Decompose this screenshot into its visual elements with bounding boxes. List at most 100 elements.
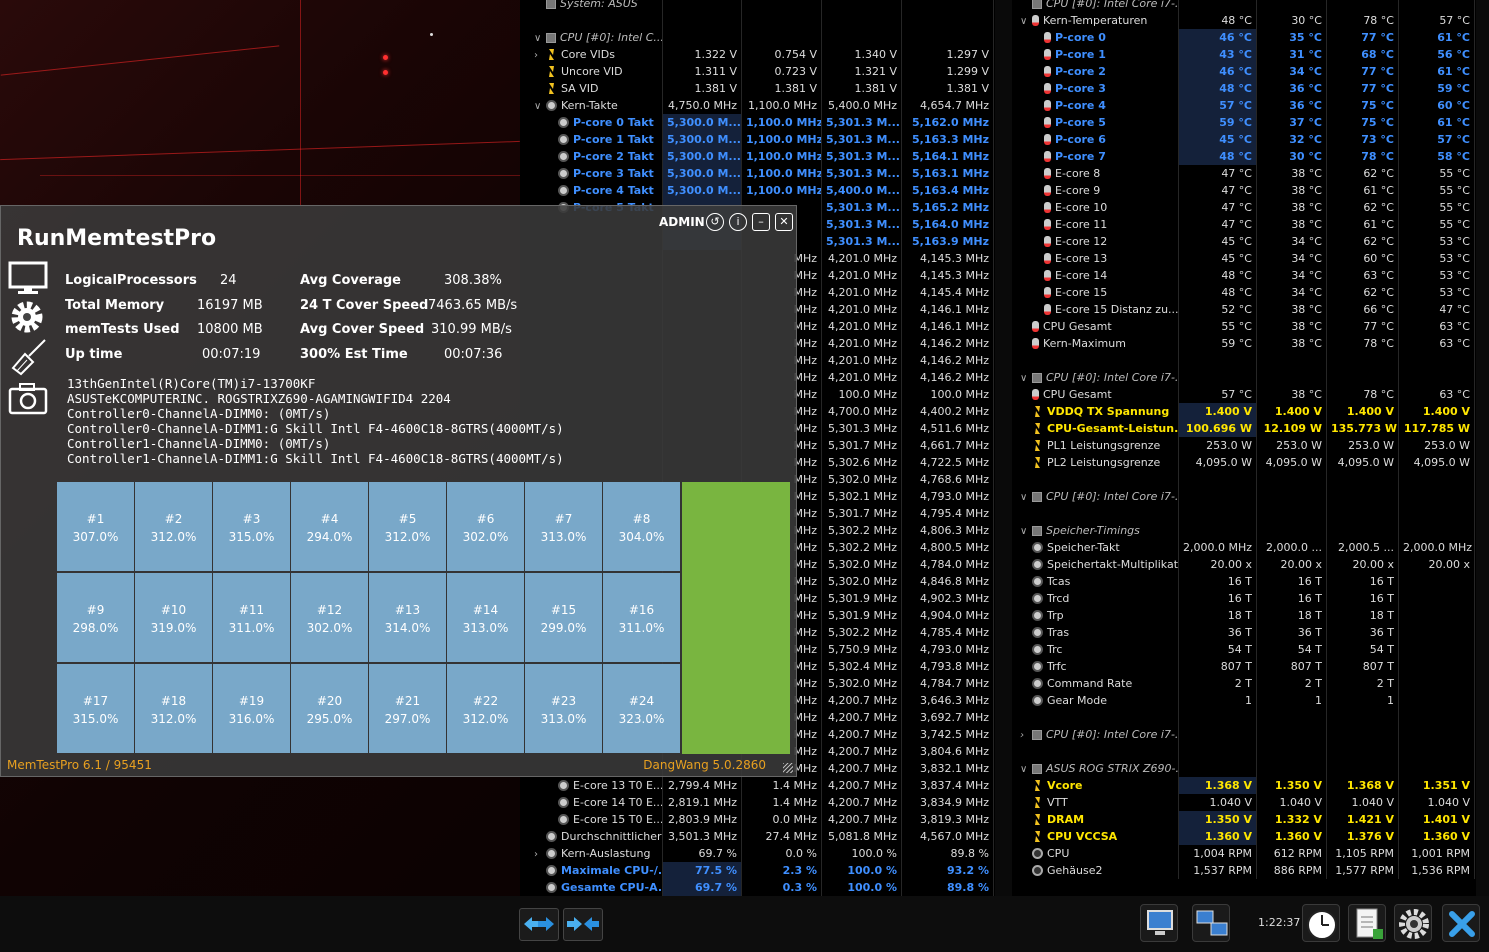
thermometer-icon [1044, 287, 1051, 298]
sensor-row[interactable]: Trc 54 T 54 T 54 T [1012, 641, 1476, 658]
sensor-row[interactable]: CPU 1,004 RPM 612 RPM 1,105 RPM 1,001 RPM [1012, 845, 1476, 862]
thread-id: #18 [160, 694, 187, 708]
sensor-row[interactable]: P-core 0 46 °C 35 °C 77 °C 61 °C [1012, 29, 1476, 46]
expand-chevron-icon[interactable]: › [534, 47, 546, 63]
sensor-group-header[interactable]: ∨ CPU [#0]: Intel C... [520, 29, 995, 46]
settings-gear-icon[interactable] [7, 298, 49, 336]
expand-chevron-icon[interactable]: › [1020, 727, 1032, 743]
sensor-row[interactable]: P-core 2 46 °C 34 °C 77 °C 61 °C [1012, 63, 1476, 80]
sensor-row[interactable]: › Core VIDs 1.322 V 0.754 V 1.340 V 1.297 V [520, 46, 995, 63]
sensor-row[interactable]: E-core 13 45 °C 34 °C 60 °C 53 °C [1012, 250, 1476, 267]
sensor-row[interactable]: P-core 2 Takt 5,300.0 M... 1,100.0 MHz 5,30… [520, 148, 995, 165]
camera-icon[interactable] [7, 380, 49, 418]
expand-chevron-icon[interactable]: ∨ [1020, 523, 1032, 539]
sensor-value: 4,146.2 MHz [902, 352, 994, 369]
sensor-row[interactable]: E-core 15 Distanz zu... 52 °C 38 °C 66 °C 47… [1012, 301, 1476, 318]
report-add-icon[interactable] [1348, 904, 1386, 942]
sensor-row[interactable]: Speichertakt-Multiplikator 20.00 x 20.00 x… [1012, 556, 1476, 573]
sensor-row[interactable]: E-core 14 48 °C 34 °C 63 °C 53 °C [1012, 267, 1476, 284]
expand-chevron-icon[interactable]: ∨ [1020, 370, 1032, 386]
sensor-row[interactable]: ∨ Kern-Takte 4,750.0 MHz 1,100.0 MHz 5,400.0… [520, 97, 995, 114]
sensor-row[interactable]: Speicher-Takt 2,000.0 MHz 2,000.0 ... 2,000… [1012, 539, 1476, 556]
sensor-row[interactable]: SA VID 1.381 V 1.381 V 1.381 V 1.381 V [520, 80, 995, 97]
sensor-row[interactable]: P-core 1 Takt 5,300.0 M... 1,100.0 MHz 5,30… [520, 131, 995, 148]
sensor-row[interactable]: E-core 14 T0 E... 2,819.1 MHz 1.4 MHz 4,200… [520, 794, 995, 811]
network-monitor-icon[interactable] [1140, 904, 1178, 942]
sensor-row[interactable]: P-core 4 Takt 5,300.0 M... 1,100.0 MHz 5,40… [520, 182, 995, 199]
sensor-row[interactable]: Trcd 16 T 16 T 16 T [1012, 590, 1476, 607]
sensor-row[interactable]: CPU Gesamt 57 °C 38 °C 78 °C 63 °C [1012, 386, 1476, 403]
sensor-row[interactable]: P-core 6 45 °C 32 °C 73 °C 57 °C [1012, 131, 1476, 148]
network-computers-icon[interactable] [1192, 904, 1230, 942]
nav-back-forward-button[interactable] [519, 908, 559, 941]
sensor-row[interactable]: P-core 7 48 °C 30 °C 78 °C 58 °C [1012, 148, 1476, 165]
sensor-group-header[interactable]: ∨ CPU [#0]: Intel Core i7-... [1012, 488, 1476, 505]
expand-chevron-icon[interactable]: ∨ [534, 98, 546, 114]
sensor-group-header[interactable]: ∨ CPU [#0]: Intel Core i7-... [1012, 369, 1476, 386]
sensor-row[interactable]: › Kern-Auslastung 69.7 % 0.0 % 100.0 % 89.8 % [520, 845, 995, 862]
sensor-value: 77 °C [1327, 29, 1399, 46]
sensor-row[interactable]: CPU VCCSA 1.360 V 1.360 V 1.376 V 1.360 V [1012, 828, 1476, 845]
sensor-row[interactable]: Tras 36 T 36 T 36 T [1012, 624, 1476, 641]
sensor-row[interactable]: Uncore VID 1.311 V 0.723 V 1.321 V 1.299 V [520, 63, 995, 80]
sensor-row[interactable]: P-core 1 43 °C 31 °C 68 °C 56 °C [1012, 46, 1476, 63]
sensor-row[interactable]: E-core 10 47 °C 38 °C 62 °C 55 °C [1012, 199, 1476, 216]
expand-chevron-icon[interactable]: ∨ [1020, 761, 1032, 777]
sensor-row[interactable]: Gehäuse2 1,537 RPM 886 RPM 1,577 RPM 1,536 R… [1012, 862, 1476, 879]
expand-chevron-icon[interactable]: › [534, 846, 546, 862]
thermometer-icon [1044, 117, 1051, 128]
chip-icon [1032, 373, 1042, 383]
expand-chevron-icon[interactable]: ∨ [1020, 489, 1032, 505]
sensor-row[interactable]: P-core 0 Takt 5,300.0 M... 1,100.0 MHz 5,30… [520, 114, 995, 131]
sensor-group-header[interactable]: ∨ Speicher-Timings [1012, 522, 1476, 539]
sensor-row[interactable]: E-core 15 T0 E... 2,803.9 MHz 0.0 MHz 4,200… [520, 811, 995, 828]
sensor-row[interactable]: Vcore 1.368 V 1.350 V 1.368 V 1.351 V [1012, 777, 1476, 794]
thermometer-icon [1044, 202, 1051, 213]
sensor-row[interactable]: ∨ Kern-Temperaturen 48 °C 30 °C 78 °C 57 °C [1012, 12, 1476, 29]
sensor-row[interactable]: Kern-Maximum 59 °C 38 °C 78 °C 63 °C [1012, 335, 1476, 352]
sensor-row[interactable]: PL1 Leistungsgrenze 253.0 W 253.0 W 253.0 W… [1012, 437, 1476, 454]
sensor-row[interactable]: P-core 4 57 °C 36 °C 75 °C 60 °C [1012, 97, 1476, 114]
sensor-row[interactable]: Durchschnittlicher ...3,501.3 MHz27.4 MH… [520, 828, 995, 845]
nav-collapse-button[interactable] [563, 908, 603, 941]
sensor-row[interactable]: VTT 1.040 V 1.040 V 1.040 V 1.040 V [1012, 794, 1476, 811]
expand-chevron-icon[interactable]: ∨ [1020, 13, 1032, 29]
expand-chevron-icon[interactable]: ∨ [534, 30, 546, 46]
sensor-group-header[interactable]: System: ASUS [520, 0, 995, 12]
sensor-row[interactable]: Trfc 807 T 807 T 807 T [1012, 658, 1476, 675]
sensor-group-header[interactable]: › CPU [#0]: Intel Core i7-... [1012, 726, 1476, 743]
sensor-row[interactable]: VDDQ TX Spannung 1.400 V 1.400 V 1.400 V 1.4… [1012, 403, 1476, 420]
close-button[interactable]: ✕ [775, 213, 793, 231]
sensor-value: 36 T [1327, 624, 1399, 641]
history-icon[interactable]: ↺ [706, 213, 724, 231]
sensor-row[interactable]: E-core 8 47 °C 38 °C 62 °C 55 °C [1012, 165, 1476, 182]
settings-gear-icon[interactable] [1394, 904, 1432, 942]
broom-icon[interactable] [7, 338, 49, 376]
info-icon[interactable]: i [729, 213, 747, 231]
close-icon[interactable] [1442, 904, 1480, 942]
sensor-row[interactable]: CPU Gesamt 55 °C 38 °C 77 °C 63 °C [1012, 318, 1476, 335]
monitor-icon[interactable] [7, 260, 49, 298]
timer-clock-icon[interactable] [1302, 904, 1340, 942]
sensor-row[interactable]: E-core 11 47 °C 38 °C 61 °C 55 °C [1012, 216, 1476, 233]
sensor-row[interactable]: E-core 15 48 °C 34 °C 62 °C 53 °C [1012, 284, 1476, 301]
resize-grip-icon[interactable] [783, 763, 793, 773]
sensor-row[interactable]: Trp 18 T 18 T 18 T [1012, 607, 1476, 624]
sensor-row[interactable]: P-core 3 48 °C 36 °C 77 °C 59 °C [1012, 80, 1476, 97]
sensor-row[interactable]: CPU-Gesamt-Leistun... 100.696 W 12.109 W 13… [1012, 420, 1476, 437]
sensor-row[interactable]: DRAM 1.350 V 1.332 V 1.421 V 1.401 V [1012, 811, 1476, 828]
sensor-row[interactable]: Command Rate 2 T2 T2 T [1012, 675, 1476, 692]
sensor-row[interactable]: Maximale CPU-/... 77.5 % 2.3 % 100.0 % 93.2 … [520, 862, 995, 879]
minimize-button[interactable]: – [752, 213, 770, 231]
sensor-group-header[interactable]: CPU [#0]: Intel Core i7-... [1012, 0, 1476, 12]
sensor-row[interactable]: E-core 13 T0 E... 2,799.4 MHz 1.4 MHz 4,200… [520, 777, 995, 794]
sensor-row[interactable]: E-core 9 47 °C 38 °C 61 °C 55 °C [1012, 182, 1476, 199]
sensor-row[interactable]: Tcas 16 T 16 T 16 T [1012, 573, 1476, 590]
sensor-row[interactable]: Gear Mode 1 1 1 [1012, 692, 1476, 709]
sensor-row[interactable]: P-core 5 59 °C 37 °C 75 °C 61 °C [1012, 114, 1476, 131]
sensor-row[interactable]: P-core 3 Takt 5,300.0 M... 1,100.0 MHz 5,30… [520, 165, 995, 182]
sensor-group-header[interactable]: ∨ ASUS ROG STRIX Z690-... [1012, 760, 1476, 777]
sensor-row[interactable]: Gesamte CPU-A... 69.7 % 0.3 % 100.0 % 89.8 % [520, 879, 995, 896]
sensor-row[interactable]: PL2 Leistungsgrenze 4,095.0 W 4,095.0 W 4,0… [1012, 454, 1476, 471]
sensor-row[interactable]: E-core 12 45 °C 34 °C 62 °C 53 °C [1012, 233, 1476, 250]
